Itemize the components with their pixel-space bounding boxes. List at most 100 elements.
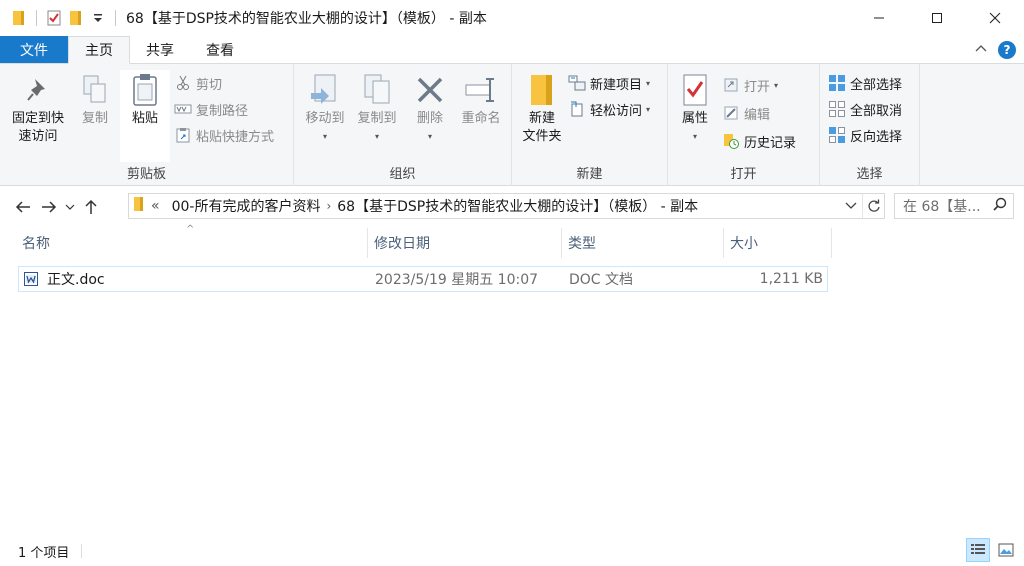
address-history-button[interactable] — [840, 194, 862, 218]
select-all-button[interactable]: 全部选择 — [828, 72, 902, 94]
move-to-button[interactable]: 移动到 ▾ — [300, 72, 350, 146]
chevron-down-icon — [845, 202, 857, 209]
properties-label: 属性 — [681, 111, 708, 126]
history-button[interactable]: 历史记录 — [722, 130, 796, 152]
navigation-bar: « 00-所有完成的客户资料 › 68【基于DSP技术的智能农业大棚的设计】（模… — [0, 187, 1024, 227]
back-arrow-icon — [15, 201, 30, 213]
recent-locations-button[interactable] — [62, 192, 78, 222]
paste-shortcut-button[interactable]: 粘贴快捷方式 — [174, 124, 274, 146]
copy-button[interactable]: 复制 — [72, 72, 118, 128]
tab-home[interactable]: 主页 — [68, 36, 130, 64]
pin-label-line1: 固定到快 — [11, 111, 64, 126]
breadcrumb-overflow[interactable]: « — [151, 198, 160, 214]
chevron-right-icon[interactable]: › — [326, 199, 331, 213]
properties-check-icon[interactable] — [45, 9, 63, 27]
tab-file[interactable]: 文件 — [0, 36, 68, 63]
status-separator — [81, 544, 83, 558]
close-button[interactable] — [966, 0, 1024, 36]
customize-toolbar-dropdown-icon[interactable] — [89, 9, 107, 27]
new-item-label: 新建项目 — [590, 77, 643, 93]
new-item-button[interactable]: 新建项目 ▾ — [568, 72, 650, 94]
new-item-dropdown-icon: ▾ — [646, 78, 651, 88]
details-view-button[interactable] — [966, 538, 990, 562]
maximize-button[interactable] — [908, 0, 966, 36]
group-label-new: 新建 — [576, 167, 603, 182]
up-button[interactable] — [78, 192, 104, 222]
easy-access-dropdown-icon: ▾ — [646, 104, 651, 114]
copy-icon — [78, 72, 112, 108]
file-modified: 2023/5/19 星期五 10:07 — [375, 272, 539, 288]
search-icon[interactable] — [993, 197, 1007, 215]
word-doc-icon — [23, 267, 39, 291]
breadcrumb-item[interactable]: 00-所有完成的客户资料 — [172, 196, 321, 216]
select-none-label: 全部取消 — [850, 103, 903, 119]
group-label-organize: 组织 — [389, 167, 416, 182]
select-all-label: 全部选择 — [850, 77, 903, 93]
copy-to-icon — [360, 72, 394, 108]
copy-to-button[interactable]: 复制到 ▾ — [352, 72, 402, 146]
open-label: 打开 — [744, 79, 771, 95]
folder-icon — [525, 72, 559, 108]
select-none-button[interactable]: 全部取消 — [828, 98, 902, 120]
rename-button[interactable]: 重命名 — [454, 72, 508, 128]
file-name[interactable]: 正文.doc — [47, 267, 105, 291]
history-label: 历史记录 — [744, 135, 797, 151]
group-label-clipboard: 剪贴板 — [126, 167, 166, 182]
open-dropdown-icon: ▾ — [774, 80, 779, 90]
new-folder-label-line1: 新建 — [528, 111, 555, 126]
cut-button[interactable]: 剪切 — [174, 72, 222, 94]
back-button[interactable] — [10, 192, 36, 222]
new-folder-button[interactable]: 新建 文件夹 — [516, 72, 568, 146]
group-organize: 移动到 ▾ 复制到 ▾ 删除 ▾ 重命名 组织 — [294, 64, 512, 186]
copy-path-label: 复制路径 — [196, 103, 249, 119]
refresh-button[interactable] — [862, 194, 884, 218]
properties-button[interactable]: 属性 ▾ — [672, 72, 718, 146]
group-clipboard: 固定到快 速访问 复制 粘贴 剪切 复制路径 粘贴快捷方式 剪贴板 — [0, 64, 294, 186]
forward-button[interactable] — [36, 192, 62, 222]
delete-button[interactable]: 删除 ▾ — [408, 72, 452, 146]
title-bar: 68【基于DSP技术的智能农业大棚的设计】（模板） - 副本 — [0, 0, 1024, 36]
column-header-modified[interactable]: 修改日期 — [368, 228, 562, 258]
move-to-dropdown-icon: ▾ — [322, 132, 327, 141]
details-view-icon — [971, 544, 985, 554]
file-row[interactable]: 正文.doc 2023/5/19 星期五 10:07 DOC 文档 1,211 … — [18, 266, 828, 292]
new-folder-icon[interactable] — [67, 9, 85, 27]
breadcrumb-item[interactable]: 68【基于DSP技术的智能农业大棚的设计】（模板） - 副本 — [337, 196, 698, 216]
minimize-button[interactable] — [850, 0, 908, 36]
status-bar: 1 个项目 — [0, 538, 1024, 564]
select-none-icon — [828, 100, 846, 118]
edit-icon — [722, 104, 740, 122]
column-header-size[interactable]: 大小 — [724, 228, 832, 258]
address-bar[interactable]: « 00-所有完成的客户资料 › 68【基于DSP技术的智能农业大棚的设计】（模… — [128, 193, 885, 219]
file-type: DOC 文档 — [569, 272, 634, 288]
easy-access-button[interactable]: 轻松访问 ▾ — [568, 98, 650, 120]
copy-path-button[interactable]: 复制路径 — [174, 98, 248, 120]
tab-view[interactable]: 查看 — [190, 36, 250, 63]
paste-shortcut-icon — [174, 126, 192, 144]
open-button[interactable]: 打开 ▾ — [722, 74, 778, 96]
move-to-label: 移动到 — [305, 111, 345, 126]
invert-selection-button[interactable]: 反向选择 — [828, 124, 902, 146]
group-label-select: 选择 — [856, 167, 883, 182]
group-label-open: 打开 — [730, 167, 757, 182]
easy-access-label: 轻松访问 — [590, 103, 643, 119]
column-type-label: 类型 — [568, 236, 596, 252]
column-name-label: 名称 — [22, 236, 50, 252]
column-header-type[interactable]: 类型 — [562, 228, 724, 258]
help-icon[interactable]: ? — [998, 40, 1016, 59]
properties-dropdown-icon: ▾ — [692, 132, 697, 141]
column-header-name[interactable]: 名称 — [16, 228, 368, 258]
open-icon — [722, 76, 740, 94]
collapse-ribbon-icon[interactable] — [974, 42, 988, 57]
properties-check-icon — [678, 72, 712, 108]
large-icons-view-button[interactable] — [994, 538, 1018, 562]
pin-label-line2: 速访问 — [18, 129, 58, 144]
tab-share[interactable]: 共享 — [130, 36, 190, 63]
window-title: 68【基于DSP技术的智能农业大棚的设计】（模板） - 副本 — [126, 11, 487, 27]
delete-dropdown-icon: ▾ — [427, 132, 432, 141]
column-size-label: 大小 — [730, 236, 758, 252]
search-box[interactable]: 在 68【基... — [894, 193, 1014, 219]
paste-button[interactable]: 粘贴 — [120, 72, 170, 128]
pin-quick-access-button[interactable]: 固定到快 速访问 — [6, 72, 70, 146]
edit-button[interactable]: 编辑 — [722, 102, 770, 124]
